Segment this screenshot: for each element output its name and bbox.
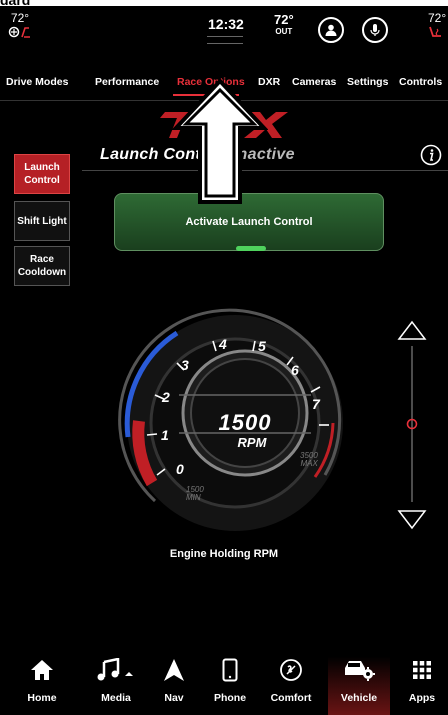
nav-media-label: Media [101, 692, 131, 704]
gauge-tick-6: 6 [291, 362, 299, 378]
apps-grid-icon [413, 661, 431, 679]
microphone-icon [370, 24, 380, 36]
tab-controls[interactable]: Controls [399, 76, 442, 88]
nav-apps[interactable]: Apps [402, 650, 442, 715]
rpm-min-readout: 1500 MIN [186, 486, 204, 502]
outside-temp-label: OUT [275, 27, 293, 36]
driver-temp-control[interactable]: 72° [8, 12, 32, 42]
outside-temp-value: 72° [274, 12, 294, 27]
nav-comfort-label: Comfort [270, 692, 312, 704]
comfort-icon [280, 659, 302, 681]
gauge-tick-5: 5 [258, 338, 266, 354]
nav-comfort[interactable]: Comfort [264, 650, 318, 715]
nav-vehicle-label: Vehicle [340, 692, 378, 704]
tab-drive-modes[interactable]: Drive Modes [6, 76, 68, 88]
passenger-temp: 72° [428, 11, 447, 25]
nav-media[interactable]: Media [86, 650, 146, 715]
seat-heat-icon [8, 26, 30, 38]
navigation-arrow-icon [164, 659, 184, 681]
rpm-min-label: MIN [186, 493, 201, 502]
bottom-nav: Home Media Nav Phone Comfort Vehicle App… [0, 650, 448, 715]
engine-holding-rpm-label: Engine Holding RPM [169, 548, 279, 560]
music-note-icon [97, 658, 133, 681]
nav-phone[interactable]: Phone [208, 650, 252, 715]
nav-apps-label: Apps [408, 692, 436, 704]
nav-home-label: Home [27, 692, 57, 704]
rpm-max-readout: 3500 MAX [300, 452, 318, 468]
outside-temp: 72° OUT [274, 12, 294, 38]
tab-performance[interactable]: Performance [95, 76, 159, 88]
side-menu-race-cooldown[interactable]: Race Cooldown [14, 246, 70, 286]
nav-home[interactable]: Home [14, 650, 70, 715]
slider-up-arrow-icon [397, 320, 427, 340]
slider-down-arrow-icon [397, 510, 427, 530]
seat-heat-passenger-icon [429, 26, 441, 37]
activate-indicator [236, 246, 266, 251]
rpm-slider[interactable] [396, 318, 428, 532]
gauge-tick-4: 4 [219, 336, 227, 352]
rpm-unit: RPM [237, 435, 267, 450]
phone-icon [222, 658, 238, 682]
tab-cameras[interactable]: Cameras [292, 76, 336, 88]
status-bar: 72° 12:32 72° OUT 72° [0, 6, 448, 58]
gauge-tick-2: 2 [162, 389, 170, 405]
clock-divider [207, 36, 243, 44]
driver-temp: 72° [10, 11, 30, 25]
nav-nav[interactable]: Nav [156, 650, 192, 715]
vehicle-icon [345, 661, 375, 681]
tab-settings[interactable]: Settings [347, 76, 388, 88]
activate-launch-control-label: Activate Launch Control [185, 216, 313, 228]
nav-vehicle[interactable]: Vehicle [328, 650, 390, 715]
home-icon [31, 660, 53, 680]
profile-button[interactable] [318, 17, 344, 43]
clock: 12:32 [208, 16, 244, 32]
nav-nav-label: Nav [164, 692, 184, 704]
side-menu-shift-light[interactable]: Shift Light [14, 201, 70, 241]
rpm-value: 1500 [218, 410, 272, 435]
profile-icon [325, 24, 337, 36]
rpm-max-label: MAX [300, 459, 318, 468]
up-arrow-annotation [172, 78, 268, 204]
info-icon[interactable] [420, 144, 442, 166]
gauge-tick-7: 7 [312, 396, 320, 412]
side-menu-launch-control[interactable]: Launch Control [14, 154, 70, 194]
passenger-temp-control[interactable]: 72° [428, 12, 446, 42]
voice-button[interactable] [362, 17, 388, 43]
nav-phone-label: Phone [213, 692, 247, 704]
gauge-tick-3: 3 [181, 357, 189, 373]
gauge-tick-1: 1 [161, 427, 169, 443]
gauge-tick-0: 0 [176, 461, 184, 477]
